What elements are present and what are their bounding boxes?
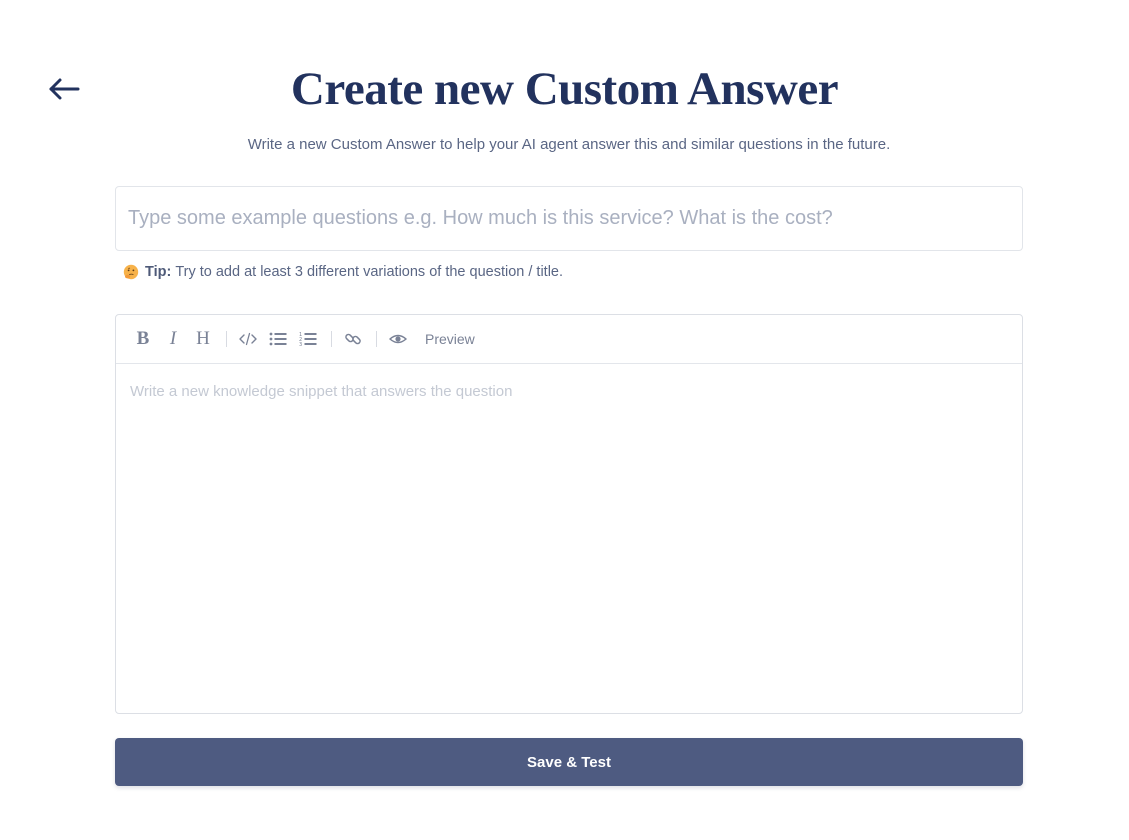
numbered-list-button[interactable]: 1 2 3	[295, 324, 321, 354]
heading-icon: H	[196, 328, 210, 349]
bullet-list-button[interactable]	[265, 324, 291, 354]
italic-icon: I	[169, 328, 177, 349]
code-button[interactable]	[235, 324, 261, 354]
preview-toggle-button[interactable]	[385, 324, 411, 354]
bold-icon: B	[136, 328, 150, 349]
code-icon	[239, 332, 257, 346]
bullet-list-icon	[269, 332, 287, 346]
italic-button[interactable]: I	[160, 324, 186, 354]
svg-text:3: 3	[299, 342, 302, 347]
tip: Tip: Try to add at least 3 different var…	[123, 264, 563, 280]
numbered-list-icon: 1 2 3	[299, 332, 317, 347]
page-subtitle: Write a new Custom Answer to help your A…	[247, 136, 891, 153]
link-button[interactable]	[340, 324, 366, 354]
knowledge-snippet-textarea[interactable]	[116, 365, 1022, 713]
bold-button[interactable]: B	[130, 324, 156, 354]
heading-button[interactable]: H	[190, 324, 216, 354]
tip-label: Tip:	[145, 264, 172, 280]
link-icon	[345, 333, 361, 345]
toolbar-divider	[376, 331, 377, 347]
create-custom-answer-page: Create new Custom Answer Write a new Cus…	[0, 0, 1129, 840]
save-and-test-button[interactable]: Save & Test	[115, 738, 1023, 786]
thinking-face-emoji-icon	[123, 264, 139, 280]
editor-toolbar: B I H 1 2 3 Preview	[116, 315, 1022, 364]
page-title: Create new Custom Answer	[290, 63, 839, 115]
preview-label[interactable]: Preview	[425, 331, 475, 347]
toolbar-divider	[226, 331, 227, 347]
toolbar-divider	[331, 331, 332, 347]
tip-text: Try to add at least 3 different variatio…	[175, 264, 564, 280]
eye-icon	[389, 334, 407, 344]
markdown-editor: B I H 1 2 3 Preview Write a new knowledg…	[115, 314, 1023, 714]
example-questions-input[interactable]	[115, 186, 1023, 251]
editor-body	[116, 365, 1022, 713]
